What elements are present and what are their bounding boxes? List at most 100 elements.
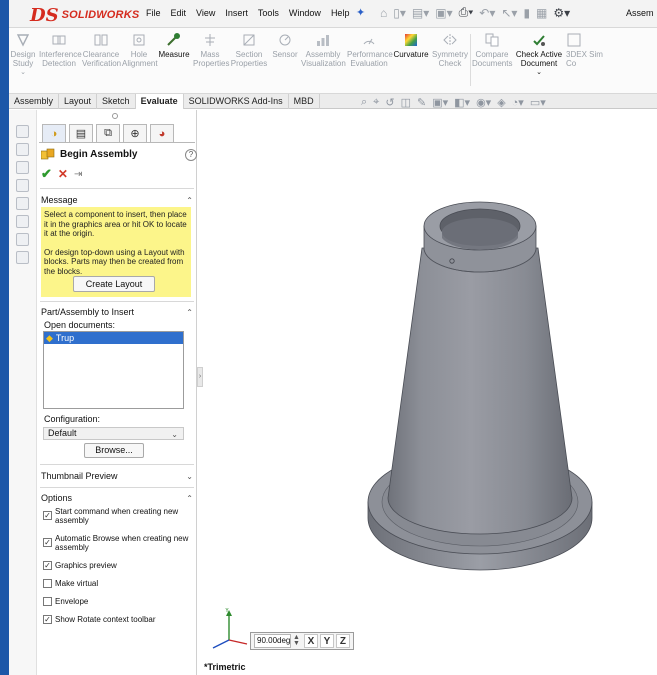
list-item[interactable]: ◆ Trup [44,332,183,344]
checkbox-checked[interactable]: ✓ [43,538,52,547]
options-group-header[interactable]: Options ⌃ [41,492,193,504]
design-study-button[interactable]: Design Study ⌄ [10,32,36,77]
toolbar-icon-7[interactable] [16,233,29,246]
rebuild-icon[interactable]: ▮ [523,6,530,20]
previous-view-icon[interactable]: ↺ [385,96,394,109]
pin-menu-icon[interactable]: ✦ [356,6,365,19]
compare-documents-button[interactable]: Compare Documents [472,32,512,68]
toolbar-icon-6[interactable] [16,215,29,228]
design-study-label: Design Study [10,50,36,68]
view-settings-icon[interactable]: ▭▾ [530,96,546,109]
save-icon[interactable]: ▣▾ [435,6,452,20]
tab-property-manager[interactable]: ▤ [69,124,93,142]
toolbar-icon-8[interactable] [16,251,29,264]
option-start-command[interactable]: ✓ Start command when creating new assemb… [43,507,191,525]
zoom-to-fit-icon[interactable]: ⌕ [361,96,367,109]
tab-assembly[interactable]: Assembly [9,94,60,109]
tab-evaluate[interactable]: Evaluate [135,94,184,109]
toolbar-icon-1[interactable] [16,125,29,138]
option-automatic-browse[interactable]: ✓ Automatic Browse when creating new ass… [43,534,191,552]
rotate-y-button[interactable]: Y [319,634,334,648]
edit-appearance-icon[interactable]: ◈ [497,96,505,109]
menu-window[interactable]: Window [289,8,321,18]
option-graphics-preview[interactable]: ✓ Graphics preview [43,561,191,570]
tab-configuration-manager[interactable]: ⧉ [96,124,120,142]
ok-button[interactable]: ✔ [41,166,52,182]
clearance-verification-button[interactable]: Clearance Verification [82,32,121,68]
section-properties-button[interactable]: Section Properties [229,32,269,68]
3dexperience-simulation-button[interactable]: 3DEX Sim Co [566,32,606,68]
open-document-icon[interactable]: ▤▾ [412,6,429,20]
apply-scene-icon[interactable]: ◔▾ [512,96,524,109]
tab-feature-manager[interactable]: ◑ [42,124,66,142]
select-icon[interactable]: ↖▾ [501,6,517,20]
measure-button[interactable]: Measure [157,32,191,59]
tab-solidworks-add-ins[interactable]: SOLIDWORKS Add-Ins [184,94,289,109]
angle-spinner[interactable]: ▲ ▼ [293,634,300,647]
symmetry-check-button[interactable]: Symmetry Check [431,32,469,68]
menu-view[interactable]: View [196,8,215,18]
3dexperience-icon [567,33,581,47]
help-icon[interactable]: ? [185,149,197,161]
new-document-icon[interactable]: ▯▾ [393,6,406,20]
menu-insert[interactable]: Insert [225,8,248,18]
home-icon[interactable]: ⌂ [380,6,387,20]
section-view-icon[interactable]: ◫ [401,96,411,109]
checkbox-checked[interactable]: ✓ [43,511,52,520]
tab-dimxpert-manager[interactable]: ⊕ [123,124,147,142]
option-envelope[interactable]: Envelope [43,597,191,606]
panel-grip[interactable] [112,113,118,119]
cancel-button[interactable]: ✕ [58,167,68,181]
assembly-visualization-button[interactable]: Assembly Visualization [301,32,346,68]
options-gear-icon[interactable]: ⚙▾ [553,6,570,20]
menu-tools[interactable]: Tools [258,8,279,18]
menu-help[interactable]: Help [331,8,350,18]
zoom-to-area-icon[interactable]: ⌖ [373,96,379,109]
tab-sketch[interactable]: Sketch [97,94,136,109]
tab-mbd[interactable]: MBD [289,94,320,109]
file-properties-icon[interactable]: ▦ [536,6,547,20]
view-orientation-icon[interactable]: ▣▾ [432,96,448,109]
undo-icon[interactable]: ↶▾ [479,6,495,20]
checkbox-unchecked[interactable] [43,597,52,606]
chevron-up-icon: ⌃ [186,493,193,503]
toolbar-icon-5[interactable] [16,197,29,210]
menu-file[interactable]: File [146,8,161,18]
option-make-virtual[interactable]: Make virtual [43,579,191,588]
solidworks-logo[interactable]: DS SOLIDWORKS [30,4,139,26]
rotate-z-button[interactable]: Z [335,634,350,648]
message-group-header[interactable]: Message ⌃ [41,194,193,206]
rotate-angle-input[interactable]: 90.00deg [254,634,291,648]
thumbnail-preview-group-header[interactable]: Thumbnail Preview ⌄ [41,470,193,482]
checkbox-unchecked[interactable] [43,579,52,588]
hole-alignment-button[interactable]: Hole Alignment [122,32,158,68]
open-documents-list[interactable]: ◆ Trup [43,331,184,409]
rotate-x-button[interactable]: X [303,634,318,648]
toolbar-icon-4[interactable] [16,179,29,192]
hide-show-items-icon[interactable]: ◉▾ [476,96,491,109]
mass-properties-button[interactable]: Mass Properties [193,32,229,68]
tab-display-manager[interactable]: ◕ [150,124,174,142]
dynamic-annotation-icon[interactable]: ✎ [417,96,426,109]
cone-part-model[interactable] [360,186,600,586]
display-style-icon[interactable]: ◧▾ [454,96,470,109]
create-layout-button[interactable]: Create Layout [73,276,155,292]
sensor-button[interactable]: Sensor [271,32,299,59]
checkbox-checked[interactable]: ✓ [43,561,52,570]
performance-evaluation-button[interactable]: Performance Evaluation [347,32,393,68]
check-active-document-button[interactable]: Check Active Document ⌄ [515,32,563,77]
menu-edit[interactable]: Edit [171,8,187,18]
print-icon[interactable]: ⎙▾ [459,5,474,20]
interference-detection-button[interactable]: Interference Detection [39,32,82,68]
tab-layout[interactable]: Layout [59,94,98,109]
toolbar-icon-3[interactable] [16,161,29,174]
curvature-button[interactable]: Curvature [393,32,429,59]
toolbar-icon-2[interactable] [16,143,29,156]
configuration-select[interactable]: Default ⌄ [43,427,184,440]
browse-button[interactable]: Browse... [84,443,144,458]
keep-visible-pin-icon[interactable]: ⇥ [74,169,82,180]
part-assembly-group-header[interactable]: Part/Assembly to Insert ⌃ [41,306,193,318]
property-manager-actions: ✔ ✕ ⇥ [41,166,82,182]
option-show-rotate-toolbar[interactable]: ✓ Show Rotate context toolbar [43,615,191,624]
checkbox-checked[interactable]: ✓ [43,615,52,624]
